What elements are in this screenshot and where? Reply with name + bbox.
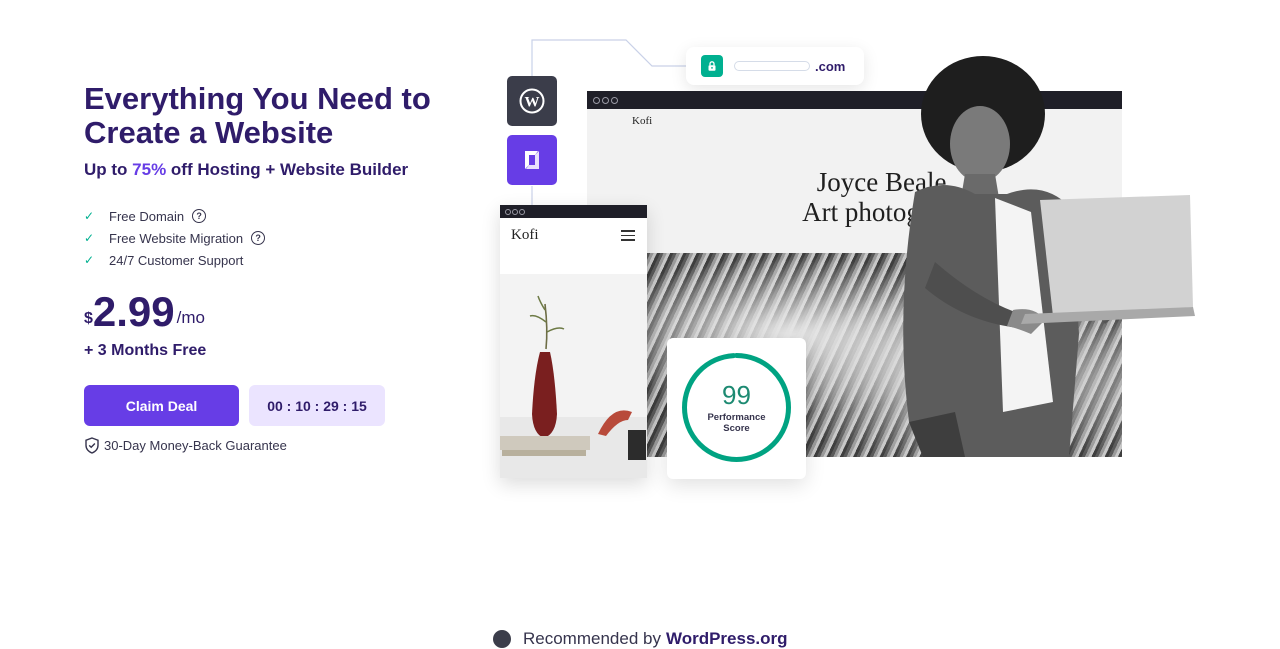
feature-item: ✓ Free Website Migration ? [84, 227, 266, 249]
feature-item: ✓ Free Domain ? [84, 205, 265, 227]
browser-titlebar [500, 205, 647, 218]
wordpress-icon: W [519, 88, 545, 114]
window-dot [519, 209, 525, 215]
performance-score-label: Performance Score [707, 412, 766, 434]
hero-subtitle: Up to 75% off Hosting + Website Builder [84, 160, 408, 180]
countdown-timer: 00 : 10 : 29 : 15 [249, 385, 385, 426]
window-dot [611, 97, 618, 104]
performance-score-card: 99 Performance Score [667, 338, 806, 479]
performance-score-value: 99 [722, 380, 751, 410]
check-icon: ✓ [84, 209, 95, 223]
window-dot [593, 97, 600, 104]
price-period: /mo [176, 308, 205, 327]
lock-icon [701, 55, 723, 77]
hamburger-menu-icon [621, 230, 635, 244]
svg-text:W: W [525, 95, 540, 111]
domain-url-bar: .com [686, 47, 864, 85]
website-builder-icon [525, 151, 539, 169]
feature-item: ✓ 24/7 Customer Support [84, 249, 265, 271]
bonus-offer: + 3 Months Free [84, 342, 207, 359]
wordpress-icon [493, 630, 511, 648]
check-icon: ✓ [84, 253, 95, 267]
price: $ 2.99 /mo [84, 290, 205, 334]
window-dot [505, 209, 511, 215]
help-icon[interactable]: ? [251, 231, 266, 245]
discount-percent: 75% [132, 160, 167, 179]
subtitle-prefix: Up to [84, 160, 133, 179]
website-builder-tile [507, 135, 557, 185]
feature-label: 24/7 Customer Support [109, 252, 244, 268]
mobile-site-preview: Kofi [500, 205, 647, 478]
woman-with-laptop-photo [903, 56, 1195, 457]
subtitle-suffix: off Hosting + Website Builder [166, 160, 409, 179]
shield-check-icon [85, 437, 99, 454]
vase-photo [500, 274, 647, 478]
check-icon: ✓ [84, 231, 95, 245]
hero-title: Everything You Need to Create a Website [84, 81, 431, 150]
help-icon[interactable]: ? [192, 209, 207, 223]
feature-label: Free Website Migration [109, 230, 244, 246]
money-back-guarantee: 30-Day Money-Back Guarantee [84, 437, 287, 454]
recommended-by-wordpress: Recommended by WordPress.org [493, 629, 788, 649]
recommended-prefix: Recommended by [523, 629, 661, 648]
price-amount: 2.99 [92, 288, 175, 335]
mobile-brand: Kofi [511, 227, 539, 243]
window-dot [602, 97, 609, 104]
recommended-brand[interactable]: WordPress.org [666, 629, 788, 649]
feature-label: Free Domain [109, 208, 185, 224]
price-currency: $ [84, 310, 93, 327]
window-dot [512, 209, 518, 215]
claim-deal-button[interactable]: Claim Deal [84, 385, 239, 426]
feature-list: ✓ Free Domain ? ✓ Free Website Migration… [84, 205, 266, 271]
guarantee-text: 30-Day Money-Back Guarantee [104, 438, 287, 453]
desktop-brand: Kofi [632, 115, 653, 127]
wordpress-tile: W [507, 76, 557, 126]
domain-tld: .com [815, 58, 846, 74]
url-placeholder-field [734, 61, 810, 71]
